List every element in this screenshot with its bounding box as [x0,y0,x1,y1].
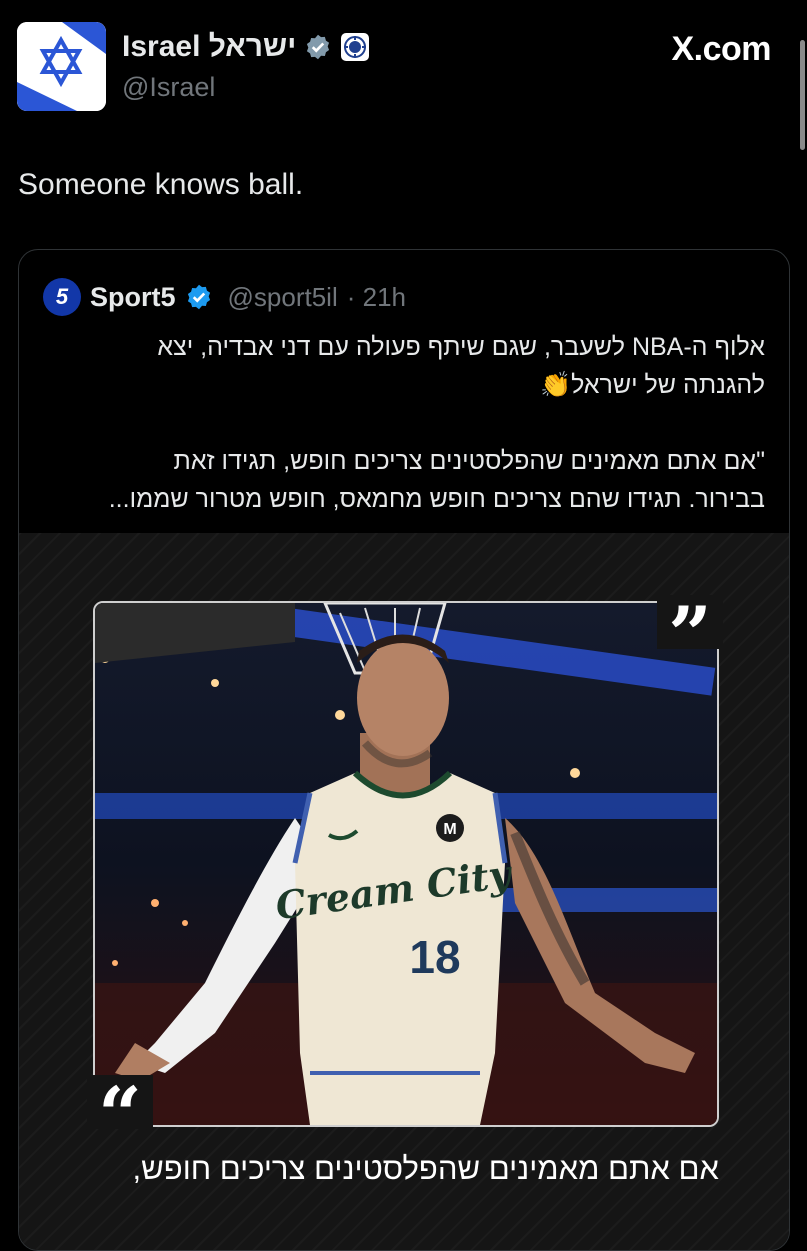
author-name-row: Israel ישראל [122,30,370,64]
quoted-text: אלוף ה-NBA לשעבר, שגם שיתף פעולה עם דני … [43,328,765,518]
quoted-author-name[interactable]: Sport5 [90,282,176,313]
verified-gray-icon [307,34,330,60]
quoted-text-line: בבירור. תגידו שהם צריכים חופש מחמאס, חופ… [108,485,765,513]
quoted-post[interactable]: 5 Sport5 @sport5il · 21h אלוף ה-NBA לשעב… [18,249,790,1251]
quoted-post-age: · 21h [346,281,406,312]
svg-text:M: M [443,821,456,838]
quote-mark-icon: ” [657,595,723,675]
verified-blue-icon [187,284,210,310]
media-caption: אם אתם מאמינים שהפלסטינים צריכים חופש, [132,1151,719,1186]
quote-mark-icon: “ [87,1075,153,1155]
quoted-media[interactable]: M Cream City 18 ” “ אם אתם מאמינים שהפלס… [19,533,789,1250]
government-seal-icon [341,33,370,61]
author-name[interactable]: Israel ישראל [122,30,296,64]
quoted-text-line: להגנתה של ישראל👏 [539,371,765,399]
site-logo: X.com [671,30,771,68]
star-of-david-icon [17,22,106,111]
scrollbar[interactable] [800,40,805,150]
basketball-player-image: M Cream City 18 [95,603,717,1125]
quoted-header: 5 Sport5 @sport5il · 21h [43,278,406,316]
quoted-text-line: "אם אתם מאמינים שהפלסטינים צריכים חופש, … [173,447,765,475]
quoted-author-handle[interactable]: @sport5il [228,282,338,313]
avatar[interactable] [17,22,106,111]
post-text: Someone knows ball. [18,168,304,201]
jersey-number: 18 [409,931,460,983]
author-handle[interactable]: @Israel [122,72,215,103]
sport5-logo-icon: 5 [43,278,81,316]
player-photo[interactable]: M Cream City 18 [93,601,719,1127]
quoted-text-line: אלוף ה-NBA לשעבר, שגם שיתף פעולה עם דני … [157,333,765,361]
